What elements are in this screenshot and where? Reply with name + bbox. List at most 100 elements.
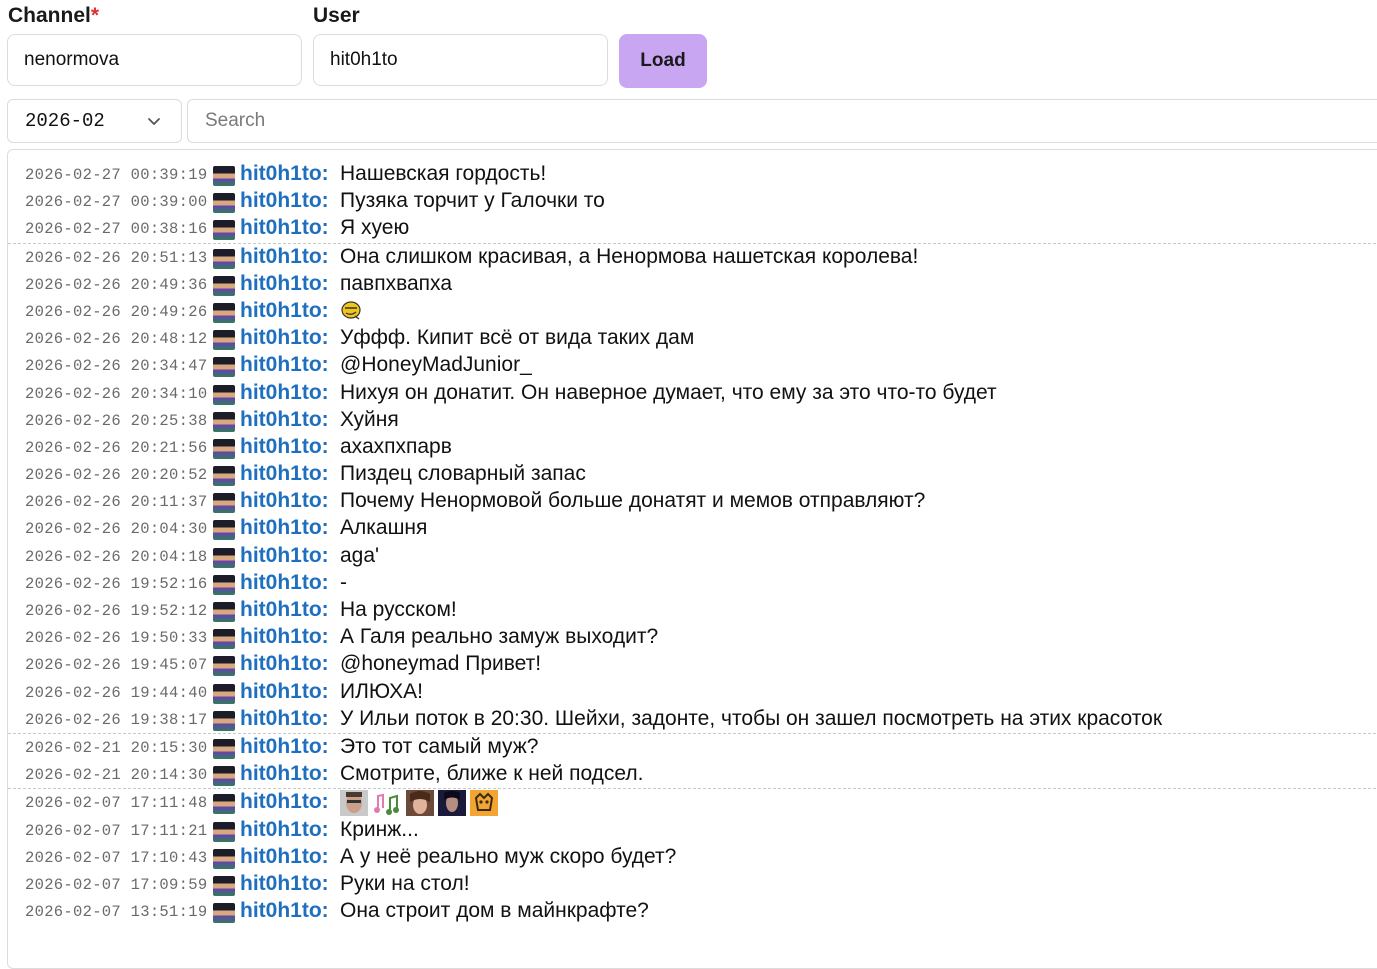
message-username[interactable]: hit0h1to: — [240, 162, 329, 186]
message-text: Это тот самый муж? — [340, 734, 539, 758]
message-username[interactable]: hit0h1to: — [240, 353, 329, 377]
message-timestamp: 2026-02-26 20:04:30 — [25, 520, 208, 539]
message-row: 2026-02-27 00:38:16 hit0h1to: Я хуею — [8, 215, 1377, 242]
message-timestamp: 2026-02-26 19:44:40 — [25, 683, 208, 702]
message-username[interactable]: hit0h1to: — [240, 462, 329, 486]
message-text: павпхвапха — [340, 271, 452, 295]
message-username[interactable]: hit0h1to: — [240, 272, 329, 296]
message-timestamp: 2026-02-26 20:34:10 — [25, 384, 208, 403]
message-username[interactable]: hit0h1to: — [240, 299, 329, 323]
channel-label: Channel* — [8, 4, 99, 28]
message-timestamp: 2026-02-07 17:09:59 — [25, 875, 208, 894]
user-avatar — [213, 766, 235, 787]
message-row: 2026-02-26 20:51:13 hit0h1to: Она слишком … — [8, 242, 1377, 271]
message-row: 2026-02-26 20:25:38 hit0h1to: Хуйня — [8, 407, 1377, 434]
user-avatar — [213, 384, 235, 405]
user-avatar — [213, 275, 235, 296]
message-username[interactable]: hit0h1to: — [240, 872, 329, 896]
message-log[interactable]: 2026-02-27 00:39:19 hit0h1to: Нашевская го… — [7, 149, 1377, 969]
message-timestamp: 2026-02-27 00:38:16 — [25, 220, 208, 239]
message-text: Нашевская гордость! — [340, 162, 547, 185]
load-button[interactable]: Load — [619, 34, 707, 88]
user-avatar — [213, 629, 235, 650]
message-username[interactable]: hit0h1to: — [240, 845, 329, 869]
message-username[interactable]: hit0h1to: — [240, 899, 329, 923]
message-timestamp: 2026-02-07 17:11:21 — [25, 821, 208, 840]
message-row: 2026-02-07 13:51:19 hit0h1to: Она строит д… — [8, 898, 1377, 925]
message-text: У Ильи поток в 20:30. Шейхи, задонте, чт… — [340, 706, 1163, 730]
message-timestamp: 2026-02-26 19:52:12 — [25, 602, 208, 620]
message-username[interactable]: hit0h1to: — [240, 735, 329, 759]
message-text: ахахпхпарв — [340, 434, 452, 458]
message-timestamp: 2026-02-26 20:34:47 — [25, 357, 208, 376]
user-input[interactable] — [313, 34, 608, 86]
message-row: 2026-02-26 20:04:30 hit0h1to: Алкашня — [8, 515, 1377, 542]
message-text: Руки на стол! — [340, 871, 470, 895]
message-text: aga' — [340, 543, 380, 567]
chevron-down-icon — [145, 112, 163, 136]
user-avatar — [213, 220, 235, 241]
message-text: На русском! — [340, 598, 457, 621]
message-text: Она слишком красивая, а Ненормова нашетс… — [340, 244, 919, 268]
message-username[interactable]: hit0h1to: — [240, 790, 329, 814]
message-username[interactable]: hit0h1to: — [240, 216, 329, 240]
message-text: Почему Ненормовой больше донатят и мемов… — [340, 489, 926, 513]
month-select[interactable]: 2026-02 — [7, 99, 182, 143]
message-timestamp: 2026-02-26 20:49:36 — [25, 275, 208, 294]
message-username[interactable]: hit0h1to: — [240, 571, 329, 595]
user-avatar — [213, 602, 235, 622]
message-text: А Галя реально замуж выходит? — [340, 625, 659, 649]
user-avatar — [213, 821, 235, 842]
message-timestamp: 2026-02-07 13:51:19 — [25, 903, 208, 922]
message-row: 2026-02-26 20:21:56 hit0h1to: ахахпхпарв — [8, 434, 1377, 461]
message-timestamp: 2026-02-26 19:50:33 — [25, 629, 208, 648]
message-timestamp: 2026-02-07 17:11:48 — [25, 794, 208, 813]
user-avatar — [213, 411, 235, 432]
message-username[interactable]: hit0h1to: — [240, 516, 329, 540]
user-avatar — [213, 547, 235, 568]
message-row: 2026-02-07 17:11:48 hit0h1to: — [8, 788, 1377, 817]
message-username[interactable]: hit0h1to: — [240, 625, 329, 649]
message-username[interactable]: hit0h1to: — [240, 598, 329, 622]
message-row: 2026-02-26 19:52:12 hit0h1to: На русском! — [8, 597, 1377, 624]
message-row: 2026-02-26 20:49:36 hit0h1to: павпхвапха — [8, 271, 1377, 298]
message-username[interactable]: hit0h1to: — [240, 326, 329, 350]
message-username[interactable]: hit0h1to: — [240, 489, 329, 513]
message-timestamp: 2026-02-26 20:49:26 — [25, 302, 208, 321]
message-text: Кринж... — [340, 817, 419, 841]
channel-input[interactable] — [7, 34, 302, 86]
message-timestamp: 2026-02-21 20:15:30 — [25, 738, 208, 757]
message-row: 2026-02-26 20:49:26 hit0h1to: — [8, 298, 1377, 325]
message-username[interactable]: hit0h1to: — [240, 762, 329, 786]
channel-label-text: Channel — [8, 4, 91, 27]
message-username[interactable]: hit0h1to: — [240, 435, 329, 459]
message-row: 2026-02-26 19:38:17 hit0h1to: У Ильи поток… — [8, 706, 1377, 733]
message-timestamp: 2026-02-26 20:21:56 — [25, 438, 208, 457]
message-username[interactable]: hit0h1to: — [240, 245, 329, 269]
message-username[interactable]: hit0h1to: — [240, 189, 329, 213]
user-avatar — [213, 710, 235, 731]
message-username[interactable]: hit0h1to: — [240, 707, 329, 731]
message-timestamp: 2026-02-26 19:45:07 — [25, 656, 208, 675]
message-username[interactable]: hit0h1to: — [240, 652, 329, 676]
message-text: Она строит дом в майнкрафте? — [340, 899, 649, 923]
message-username[interactable]: hit0h1to: — [240, 818, 329, 842]
message-timestamp: 2026-02-26 19:52:16 — [25, 574, 208, 593]
message-text: ИЛЮХА! — [340, 679, 423, 703]
search-input[interactable] — [187, 99, 1377, 143]
message-text: Пузяка торчит у Галочки то — [340, 189, 605, 213]
message-username[interactable]: hit0h1to: — [240, 544, 329, 568]
message-row: 2026-02-26 19:52:16 hit0h1to: - — [8, 570, 1377, 597]
message-username[interactable]: hit0h1to: — [240, 680, 329, 704]
message-text: @honeymad Привет! — [340, 652, 542, 676]
message-username[interactable]: hit0h1to: — [240, 408, 329, 432]
required-asterisk: * — [90, 4, 100, 27]
user-avatar — [213, 875, 235, 896]
message-row: 2026-02-26 20:04:18 hit0h1to: aga' — [8, 543, 1377, 570]
message-timestamp: 2026-02-26 20:51:13 — [25, 248, 208, 267]
user-avatar — [213, 903, 235, 924]
message-timestamp: 2026-02-27 00:39:00 — [25, 193, 208, 212]
user-avatar — [213, 493, 235, 514]
user-avatar — [213, 357, 235, 378]
message-username[interactable]: hit0h1to: — [240, 381, 329, 405]
